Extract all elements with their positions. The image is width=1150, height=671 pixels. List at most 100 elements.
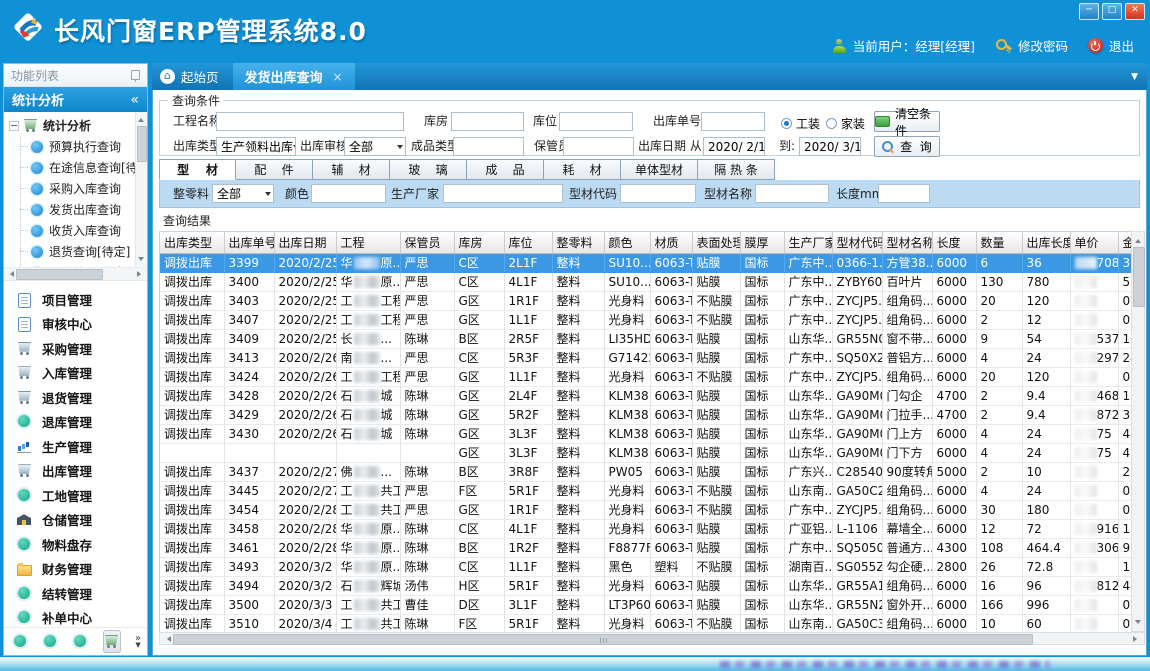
scroll-down-icon[interactable] — [138, 257, 144, 264]
scroll-left-icon[interactable] — [164, 636, 171, 642]
close-button[interactable]: ✕ — [1125, 3, 1145, 20]
product-type-input[interactable] — [453, 137, 524, 156]
table-row[interactable]: 调拨出库34032020/2/25工工程严思G区1R1F整料光身料6063-T5… — [160, 292, 1132, 311]
table-row[interactable]: 调拨出库34942020/3/2石辉城汤伟H区5R1F整料光身料6063-T5贴… — [160, 577, 1132, 596]
column-header[interactable]: 数量 — [976, 232, 1022, 254]
location-input[interactable] — [559, 112, 633, 131]
tree-item[interactable]: 收货入库查询 — [4, 220, 147, 241]
material-tab[interactable]: 型 材 — [159, 159, 236, 180]
tab-list-dropdown-icon[interactable]: ▼ — [1131, 72, 1138, 82]
tree-vertical-scrollbar[interactable] — [135, 112, 147, 267]
table-row[interactable]: 调拨出库34092020/2/25长...陈琳B区2R5F整料LI35HD606… — [160, 330, 1132, 349]
column-header[interactable]: 型材名称 — [882, 232, 932, 254]
scroll-up-icon[interactable] — [1135, 236, 1141, 243]
sidebar-item[interactable]: 补单中心 — [4, 606, 147, 628]
scroll-down-icon[interactable] — [1135, 620, 1141, 627]
color-input[interactable] — [311, 184, 386, 203]
material-tab[interactable]: 配 件 — [236, 159, 313, 180]
scroll-thumb[interactable] — [173, 634, 1033, 645]
date-from-picker[interactable]: 2020/ 2/16 — [703, 137, 765, 156]
profile-code-input[interactable] — [620, 184, 696, 203]
tab-home[interactable]: ⌂ 起始页 — [152, 63, 233, 90]
column-header[interactable]: 出库类型 — [160, 232, 224, 254]
table-row[interactable]: 调拨出库34372020/2/27佛...陈琳B区3R8F整料PW056063-… — [160, 463, 1132, 482]
horizontal-scrollbar[interactable] — [159, 632, 1145, 645]
minimize-button[interactable]: ─ — [1079, 3, 1099, 20]
table-row[interactable]: 调拨出库34282020/2/26石城陈琳G区2L4F整料KLM38176063… — [160, 387, 1132, 406]
sidebar-item[interactable]: 出库管理 — [4, 459, 147, 484]
column-header[interactable]: 库房 — [454, 232, 504, 254]
whole-part-select[interactable]: 全部 — [212, 184, 274, 203]
column-header[interactable]: 生产厂家 — [784, 232, 832, 254]
material-tab[interactable]: 成 品 — [467, 159, 544, 180]
table-row[interactable]: 调拨出库34292020/2/26石城陈琳G区5R2F整料KLM38176063… — [160, 406, 1132, 425]
column-header[interactable]: 出库单号 — [224, 232, 274, 254]
project-name-input[interactable] — [216, 112, 404, 131]
tree-horizontal-scrollbar[interactable] — [4, 268, 147, 281]
sidebar-item[interactable]: 采购管理 — [4, 336, 147, 361]
sidebar-item[interactable]: 财务管理 — [4, 557, 147, 582]
column-header[interactable]: 表面处理 — [692, 232, 740, 254]
table-row[interactable]: 调拨出库34132020/2/26南...严思C区5R3F整料G71422606… — [160, 349, 1132, 368]
overflow-chevron[interactable]: » ▼ — [135, 635, 141, 649]
circle-icon[interactable] — [73, 634, 89, 649]
column-header[interactable]: 整零料 — [552, 232, 604, 254]
table-row[interactable]: 调拨出库35102020/3/4工共工程陈琳F区5R1F整料光身料6063-T5… — [160, 615, 1132, 634]
search-button[interactable]: 查 询 — [874, 136, 940, 157]
material-tab[interactable]: 玻 璃 — [390, 159, 467, 180]
scroll-thumb[interactable] — [137, 126, 147, 162]
scroll-right-icon[interactable] — [1133, 636, 1140, 642]
table-row[interactable]: 调拨出库34612020/2/28华原...陈琳B区1R2F整料F8877FT6… — [160, 539, 1132, 558]
sidebar-section-header[interactable]: 统计分析 « — [4, 87, 147, 112]
table-row[interactable]: 调拨出库34002020/2/25华原...严思C区4L1F整料SU10...6… — [160, 273, 1132, 292]
close-tab-icon[interactable]: × — [333, 70, 343, 84]
tree-item[interactable]: 预算执行查询 — [4, 136, 147, 157]
table-row[interactable]: 调拨出库35002020/3/3工共工程曹佳D区3L1F整料LT3P606063… — [160, 596, 1132, 615]
table-row[interactable]: G区3L3F整料KLM38176063-T5贴膜国标山东华...GA90M09.… — [160, 444, 1132, 463]
table-row[interactable]: 调拨出库34452020/2/27工共工程严思F区5R1F整料光身料6063-T… — [160, 482, 1132, 501]
tab-shipping-outbound-query[interactable]: 发货出库查询 × — [233, 63, 355, 90]
tree-root[interactable]: 统计分析 — [4, 115, 147, 136]
cart-footer-button[interactable] — [103, 630, 121, 653]
sidebar-item[interactable]: 结转管理 — [4, 581, 147, 606]
sidebar-item[interactable]: 退库管理 — [4, 410, 147, 435]
column-header[interactable]: 膜厚 — [740, 232, 784, 254]
radio-gongzhuang[interactable]: 工装 — [781, 115, 820, 132]
tree-item[interactable]: 在途信息查询[待 — [4, 157, 147, 178]
sidebar-item[interactable]: 入库管理 — [4, 361, 147, 386]
table-row[interactable]: 调拨出库34302020/2/26石城陈琳G区3L3F整料KLM38176063… — [160, 425, 1132, 444]
column-header[interactable]: 长度 — [932, 232, 976, 254]
scroll-up-icon[interactable] — [138, 115, 144, 122]
tree-expander-icon[interactable] — [9, 121, 19, 131]
column-header[interactable]: 单价 — [1070, 232, 1118, 254]
out-type-select[interactable]: 生产领料出库 — [216, 137, 296, 156]
radio-jiazhuang[interactable]: 家装 — [826, 115, 865, 132]
pin-icon[interactable] — [131, 70, 140, 80]
column-header[interactable]: 材质 — [650, 232, 692, 254]
scroll-right-icon[interactable] — [137, 271, 144, 277]
column-header[interactable]: 型材代码 — [832, 232, 882, 254]
maximize-button[interactable]: □ — [1102, 3, 1122, 20]
material-tab[interactable]: 单体型材 — [621, 159, 698, 180]
tree-item[interactable]: 退货查询[待定] — [4, 241, 147, 262]
circle-icon[interactable] — [13, 634, 29, 649]
material-tab[interactable]: 辅 材 — [313, 159, 390, 180]
circle-icon[interactable] — [43, 634, 59, 649]
column-header[interactable]: 库位 — [504, 232, 552, 254]
material-tab[interactable]: 隔 热 条 — [698, 159, 775, 180]
sidebar-item[interactable]: 项目管理 — [4, 287, 147, 312]
table-row[interactable]: 调拨出库34542020/2/28工共工程严思G区1R1F整料光身料6063-T… — [160, 501, 1132, 520]
collapse-icon[interactable]: « — [130, 95, 139, 105]
tree-item[interactable]: 发货出库查询 — [4, 199, 147, 220]
length-input[interactable] — [878, 184, 930, 203]
material-tab[interactable]: 耗 材 — [544, 159, 621, 180]
clear-conditions-button[interactable]: 清空条件 — [874, 111, 940, 132]
sidebar-item[interactable]: 物料盘存 — [4, 532, 147, 557]
vertical-scrollbar[interactable] — [1131, 231, 1145, 632]
keeper-input[interactable] — [563, 137, 634, 156]
date-to-picker[interactable]: 2020/ 3/16 — [799, 137, 861, 156]
table-row[interactable]: 调拨出库34582020/2/28华原...陈琳C区4L1F整料光身料6063-… — [160, 520, 1132, 539]
audit-select[interactable]: 全部 — [344, 137, 406, 156]
column-header[interactable]: 出库长度 — [1022, 232, 1070, 254]
sidebar-item[interactable]: 工地管理 — [4, 483, 147, 508]
